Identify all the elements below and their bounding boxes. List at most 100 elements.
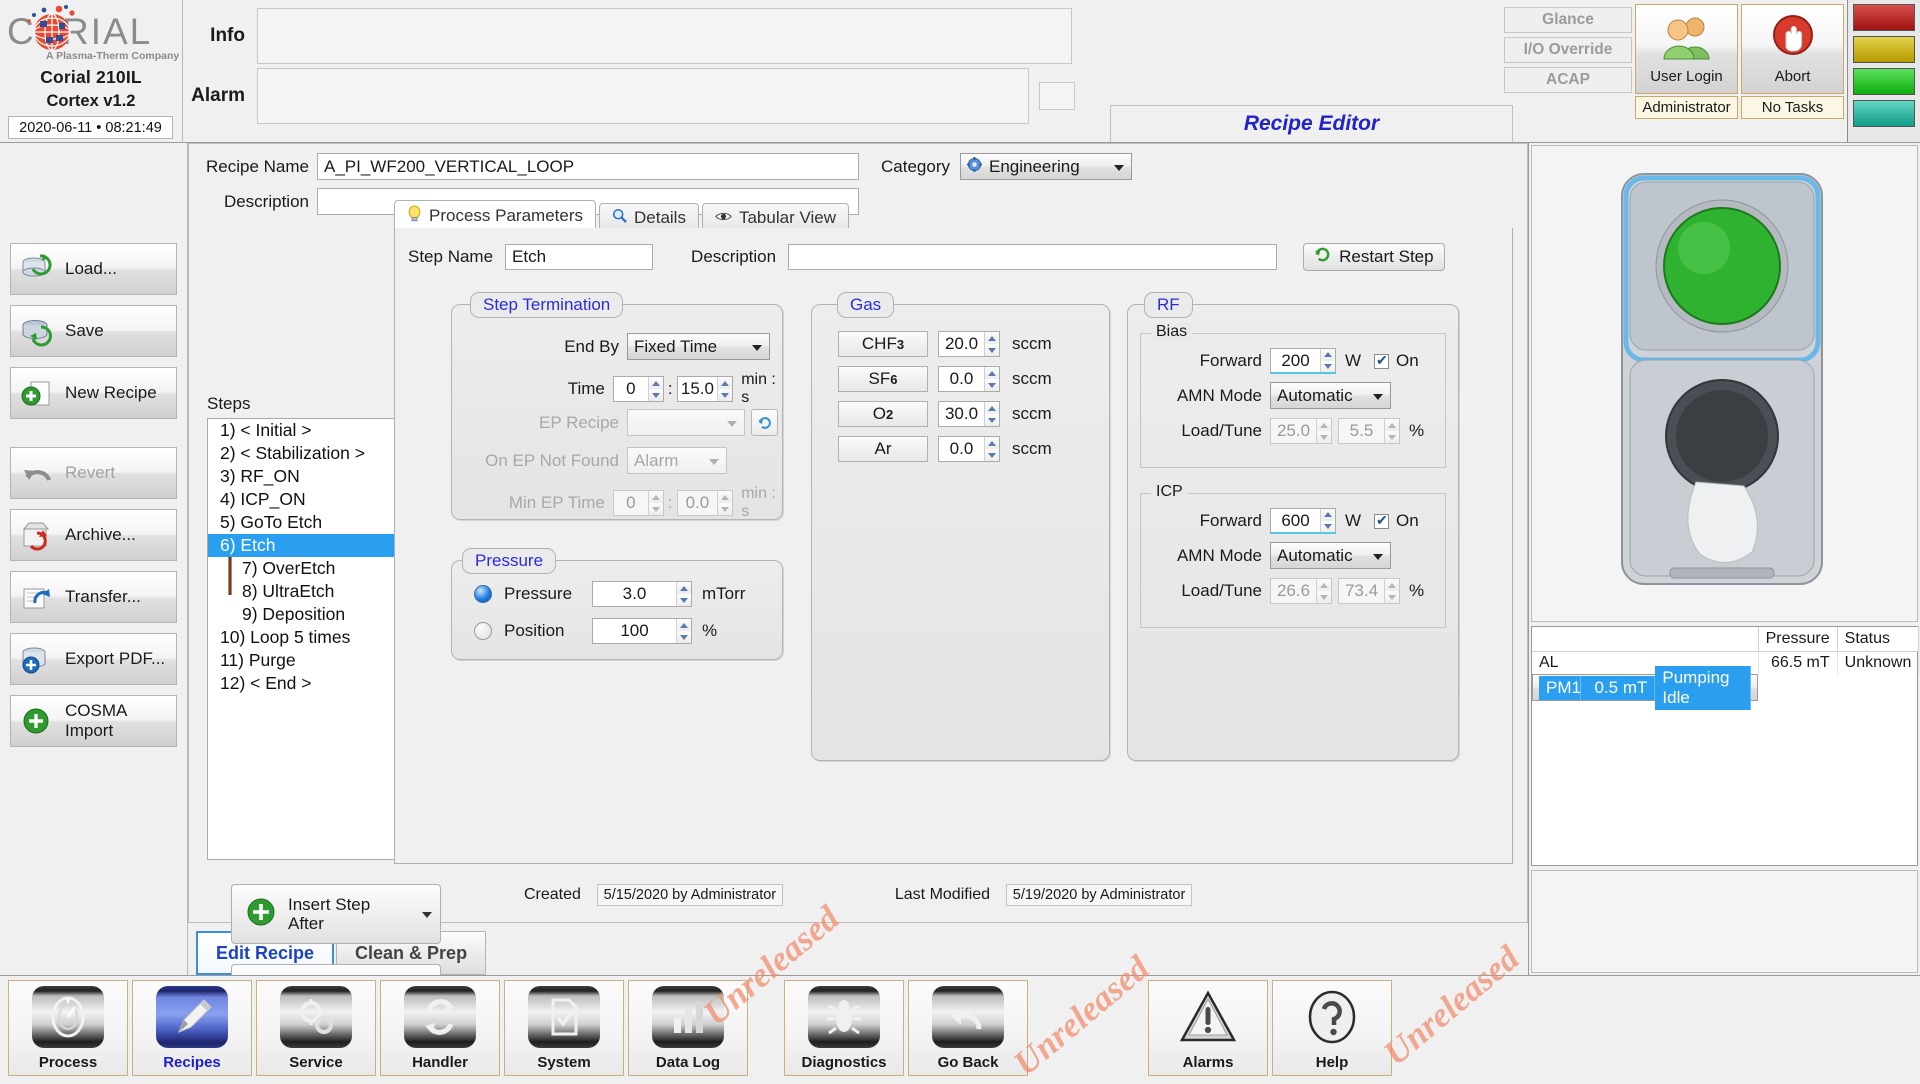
save-label: Save <box>65 321 104 340</box>
chamber-status-column: Pressure Status AL 66.5 mT Unknown PM1 0.5 m… <box>1528 143 1920 975</box>
recipe-actions-sidebar: Load... Save New Recipe Revert Archive..… <box>0 143 188 975</box>
last-modified-label: Last Modified <box>894 886 991 903</box>
icp-on-checkbox[interactable] <box>1374 512 1389 529</box>
alarm-ack-button[interactable] <box>1039 82 1075 110</box>
gas-name: O <box>872 404 886 423</box>
tab-tabular-view[interactable]: Tabular View <box>701 203 849 231</box>
io-override-button[interactable]: I/O Override <box>1504 37 1632 63</box>
min-ep-minutes-spinner[interactable]: 0 <box>612 490 664 516</box>
gas-flow-unit: sccm <box>1012 334 1052 353</box>
bug-icon <box>808 986 880 1048</box>
gas-name-button[interactable]: SF 6 <box>838 366 928 392</box>
icp-forward-spinner[interactable]: 600 <box>1270 508 1336 534</box>
archive-button[interactable]: Archive... <box>10 509 177 561</box>
save-button[interactable]: Save <box>10 305 177 357</box>
taskbar-button-alarms[interactable]: Alarms <box>1148 980 1268 1076</box>
category-select[interactable]: Engineering <box>959 153 1132 180</box>
tab-details[interactable]: Details <box>599 203 699 231</box>
plus-circle-icon <box>21 705 53 737</box>
position-mode-label: Position <box>504 621 565 640</box>
lamp-green <box>1853 68 1915 95</box>
position-mode-radio[interactable] <box>474 622 492 640</box>
bias-amn-select[interactable]: Automatic <box>1270 382 1391 409</box>
bias-on-checkbox[interactable] <box>1374 352 1389 369</box>
step-description-input[interactable] <box>788 244 1278 270</box>
on-ep-not-found-label: On EP Not Found <box>485 450 619 470</box>
current-user: Administrator <box>1635 96 1738 119</box>
taskbar-label: Recipes <box>163 1054 221 1071</box>
icp-forward-label: Forward <box>1199 511 1262 530</box>
tab-label: Process Parameters <box>429 206 583 225</box>
time-seconds-spinner[interactable]: 15.0 <box>676 376 734 402</box>
time-row: Time 0 : 15.0 min : s <box>464 371 784 407</box>
gas-flow-spinner[interactable]: 20.0 <box>938 331 1000 357</box>
recipe-name-input[interactable]: A_PI_WF200_VERTICAL_LOOP <box>317 153 859 180</box>
taskbar-label: Alarms <box>1182 1054 1234 1071</box>
taskbar-button-service[interactable]: Service <box>256 980 376 1076</box>
row-status: Pumping Idle <box>1655 665 1752 710</box>
tab-process-parameters[interactable]: Process Parameters <box>394 200 596 231</box>
chamber-status-table[interactable]: Pressure Status AL 66.5 mT Unknown PM1 0.5 m… <box>1531 626 1920 866</box>
taskbar-button-recipes[interactable]: Recipes <box>132 980 252 1076</box>
ep-recipe-select[interactable] <box>627 409 745 436</box>
top-header-bar: C RIAL A Plasma-Therm Company Corial 210… <box>0 0 1920 143</box>
info-message-box <box>257 8 1072 64</box>
revert-button[interactable]: Revert <box>10 447 177 499</box>
bias-forward-spinner[interactable]: 200 <box>1270 348 1336 374</box>
taskbar-button-help[interactable]: Help <box>1272 980 1392 1076</box>
gas-flow-spinner[interactable]: 0.0 <box>938 366 1000 392</box>
icp-load-spinner[interactable]: 26.6 <box>1270 578 1332 604</box>
time-minutes-spinner[interactable]: 0 <box>612 376 664 402</box>
gas-name-button[interactable]: CHF 3 <box>838 331 928 357</box>
bias-forward-label: Forward <box>1199 351 1262 370</box>
chevron-down-icon[interactable] <box>422 912 432 918</box>
taskbar-button-data-log[interactable]: Data Log <box>628 980 748 1076</box>
datetime-display: 2020-06-11 • 08:21:49 <box>8 116 173 139</box>
gas-flow-spinner[interactable]: 30.0 <box>938 401 1000 427</box>
icp-amn-select[interactable]: Automatic <box>1270 542 1391 569</box>
taskbar-button-system[interactable]: System <box>504 980 624 1076</box>
info-row: Info <box>183 6 1504 66</box>
question-mark-icon <box>1296 986 1368 1048</box>
taskbar-label: System <box>537 1054 591 1071</box>
icp-loadtune-unit: % <box>1409 581 1425 600</box>
pressure-mode-radio[interactable] <box>474 585 492 603</box>
transfer-button[interactable]: Transfer... <box>10 571 177 623</box>
on-ep-not-found-select[interactable]: Alarm <box>627 447 727 474</box>
taskbar-button-go-back[interactable]: Go Back <box>908 980 1028 1076</box>
table-row[interactable]: PM1 0.5 mT Pumping Idle <box>1532 665 1759 710</box>
restart-step-button[interactable]: Restart Step <box>1303 243 1445 271</box>
bias-load-spinner[interactable]: 25.0 <box>1270 418 1332 444</box>
step-name-input[interactable]: Etch <box>505 244 654 270</box>
cycle-arrows-icon <box>404 986 476 1048</box>
save-disk-icon <box>21 315 53 347</box>
min-ep-seconds-spinner[interactable]: 0.0 <box>676 490 734 516</box>
chamber-graphic[interactable] <box>1531 145 1918 622</box>
gas-flow-spinner[interactable]: 0.0 <box>938 436 1000 462</box>
ep-recipe-row: EP Recipe <box>464 409 784 436</box>
category-value: Engineering <box>988 156 1080 176</box>
status-lamp-column <box>1847 0 1920 142</box>
gas-flow-unit: sccm <box>1012 439 1052 458</box>
end-by-select[interactable]: Fixed Time <box>627 333 770 360</box>
abort-button[interactable]: Abort No Tasks <box>1741 4 1844 142</box>
gas-name-button[interactable]: Ar <box>838 436 928 462</box>
cosma-import-button[interactable]: COSMA Import <box>10 695 177 747</box>
glance-button[interactable]: Glance <box>1504 7 1632 33</box>
position-setpoint-spinner[interactable]: 100 <box>592 618 692 644</box>
export-pdf-button[interactable]: Export PDF... <box>10 633 177 685</box>
acap-button[interactable]: ACAP <box>1504 67 1632 93</box>
taskbar-button-diagnostics[interactable]: Diagnostics <box>784 980 904 1076</box>
gas-name-button[interactable]: O2 <box>838 401 928 427</box>
bias-tune-spinner[interactable]: 5.5 <box>1338 418 1400 444</box>
alarm-label: Alarm <box>191 85 245 106</box>
taskbar-button-handler[interactable]: Handler <box>380 980 500 1076</box>
ep-recipe-refresh-button[interactable] <box>751 409 778 436</box>
icp-amn-value: Automatic <box>1277 545 1353 565</box>
load-button[interactable]: Load... <box>10 243 177 295</box>
pressure-setpoint-spinner[interactable]: 3.0 <box>592 581 692 607</box>
taskbar-button-process[interactable]: Process <box>8 980 128 1076</box>
new-recipe-button[interactable]: New Recipe <box>10 367 177 419</box>
user-login-button[interactable]: User Login Administrator <box>1635 4 1738 142</box>
icp-tune-spinner[interactable]: 73.4 <box>1338 578 1400 604</box>
